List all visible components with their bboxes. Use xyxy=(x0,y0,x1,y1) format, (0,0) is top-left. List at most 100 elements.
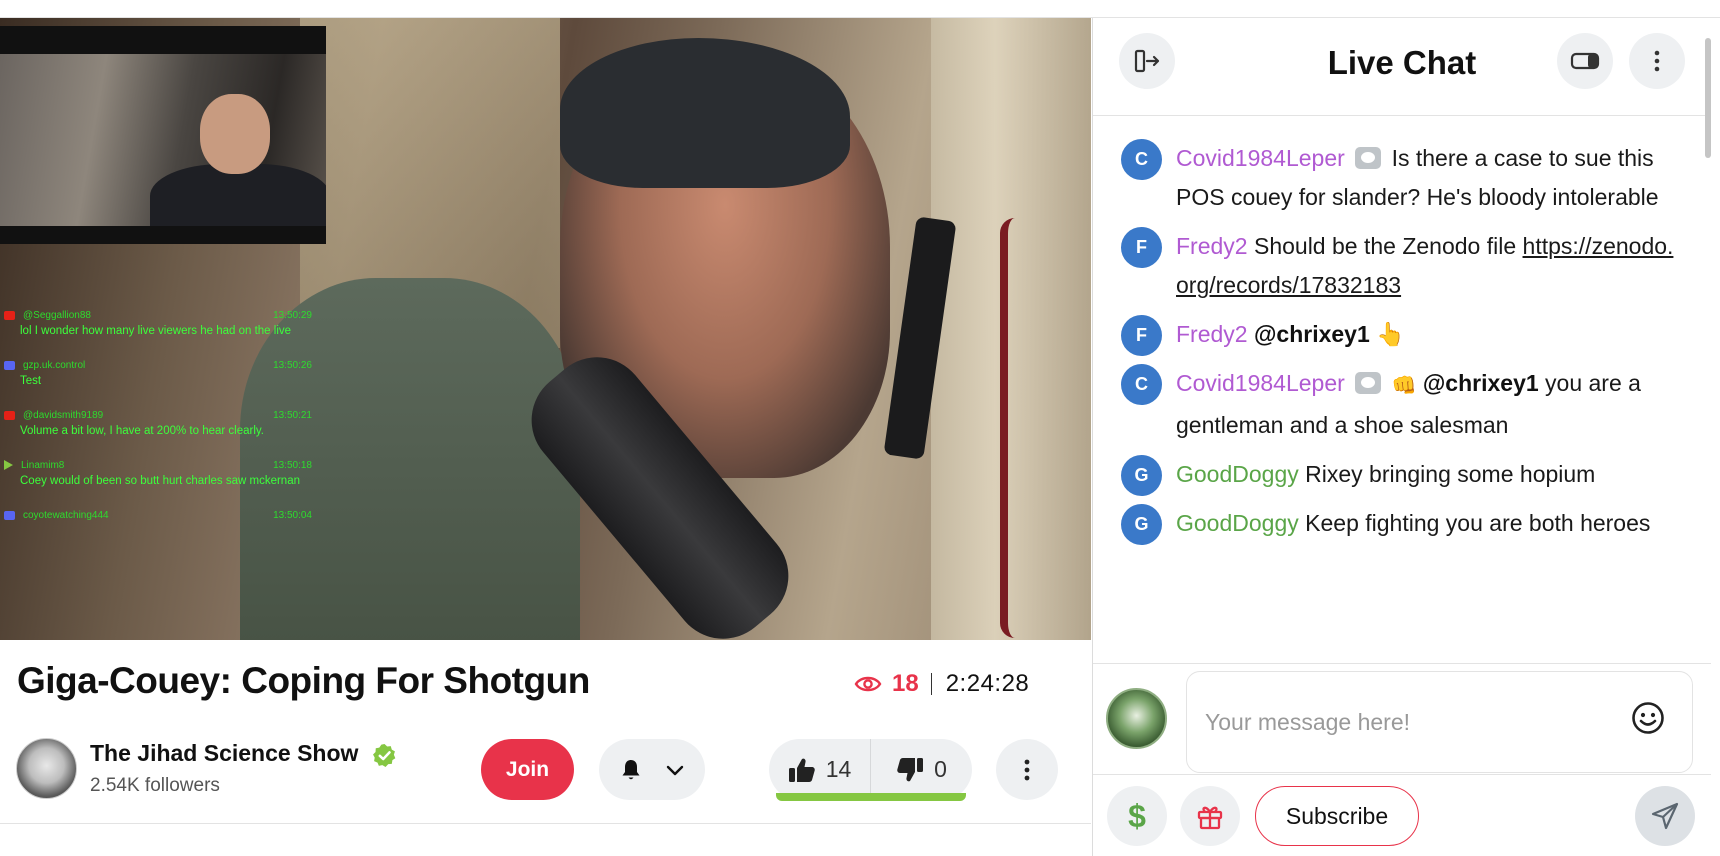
chat-username[interactable]: Fredy2 xyxy=(1176,233,1248,259)
chat-message-list: C Covid1984Leper Is there a case to sue t… xyxy=(1121,139,1681,553)
overlay-chat-user: coyotewatching444 xyxy=(23,509,109,521)
video-overlay-chat: @Seggallion88 13:50:29 lol I wonder how ma… xyxy=(0,308,318,540)
chat-message-body: GoodDoggy Keep fighting you are both her… xyxy=(1176,504,1681,543)
tip-button[interactable]: $ xyxy=(1107,786,1167,846)
chat-message-body: Covid1984Leper 👊 @chrixey1 you are a gen… xyxy=(1176,364,1681,445)
channel-avatar[interactable] xyxy=(16,738,77,799)
chat-title: Live Chat xyxy=(1327,44,1477,81)
overlay-chat-text: lol I wonder how many live viewers he ha… xyxy=(20,325,292,337)
youtube-icon xyxy=(4,410,15,420)
chat-username[interactable]: GoodDoggy xyxy=(1176,461,1299,487)
chat-message: F Fredy2 Should be the Zenodo file https:… xyxy=(1121,227,1681,305)
chat-layout-toggle[interactable] xyxy=(1557,33,1613,89)
chat-mention[interactable]: @chrixey1 xyxy=(1254,321,1370,347)
chat-header: Live Chat xyxy=(1093,18,1711,158)
send-button[interactable] xyxy=(1635,786,1695,846)
gift-button[interactable] xyxy=(1180,786,1240,846)
thumbs-down-icon xyxy=(897,757,924,781)
overlay-chat-time: 13:50:21 xyxy=(273,409,312,421)
bell-icon xyxy=(622,759,640,779)
channel-name[interactable]: The Jihad Science Show xyxy=(90,740,358,767)
chat-user-avatar[interactable]: C xyxy=(1121,364,1162,405)
verified-check-icon xyxy=(373,744,396,767)
vertical-dots-icon xyxy=(1654,50,1660,72)
video-cable xyxy=(1000,218,1030,638)
discord-icon xyxy=(4,360,15,370)
chat-message: C Covid1984Leper 👊 @chrixey1 you are a ge… xyxy=(1121,364,1681,445)
viewer-count: 18 xyxy=(892,670,919,697)
rumble-icon xyxy=(4,460,13,470)
chat-message-body: Fredy2 @chrixey1 👆 xyxy=(1176,315,1681,354)
chat-user-avatar[interactable]: G xyxy=(1121,455,1162,496)
chat-user-avatar[interactable]: F xyxy=(1121,315,1162,356)
chat-message: G GoodDoggy Keep fighting you are both he… xyxy=(1121,504,1681,545)
like-button[interactable]: 14 xyxy=(769,739,870,800)
overlay-chat-time: 13:50:04 xyxy=(273,509,312,521)
chat-message-input[interactable] xyxy=(1186,671,1693,773)
overlay-chat-text: Coey would of been so butt hurt charles … xyxy=(20,475,300,487)
notifications-button[interactable] xyxy=(599,739,705,800)
follower-count: 2.54K followers xyxy=(90,775,220,796)
chat-user-avatar[interactable]: F xyxy=(1121,227,1162,268)
video-host-cap xyxy=(560,38,850,188)
subscribe-button[interactable]: Subscribe xyxy=(1255,786,1419,846)
inset-scene xyxy=(0,54,326,226)
chat-message-text: Should be the Zenodo file xyxy=(1253,233,1517,259)
subscriber-badge-icon xyxy=(1355,372,1382,394)
overlay-chat-user: gzp.uk.control xyxy=(23,359,86,371)
join-button[interactable]: Join xyxy=(481,739,574,800)
toggle-layout-icon xyxy=(1570,52,1600,70)
more-options-button[interactable] xyxy=(996,739,1058,800)
video-player[interactable]: @Seggallion88 13:50:29 lol I wonder how ma… xyxy=(0,18,1091,640)
subscriber-badge-icon xyxy=(1355,147,1382,169)
emoji-picker-icon[interactable] xyxy=(1630,700,1666,736)
stream-title: Giga-Couey: Coping For Shotgun xyxy=(17,660,590,701)
chat-username[interactable]: Covid1984Leper xyxy=(1176,145,1345,171)
chat-user-avatar[interactable]: G xyxy=(1121,504,1162,545)
content-divider xyxy=(0,823,1091,824)
chat-message-body: Fredy2 Should be the Zenodo file https:/… xyxy=(1176,227,1681,305)
overlay-chat-message: @davidsmith9189 13:50:21 Volume a bit low,… xyxy=(0,408,318,440)
vertical-dots-icon xyxy=(1024,759,1030,780)
live-chat-panel: Live Chat C Covid1984Leper Is there a cas… xyxy=(1092,18,1711,856)
overlay-chat-time: 13:50:18 xyxy=(273,459,312,471)
overlay-chat-header: @davidsmith9189 13:50:21 xyxy=(0,408,318,422)
overlay-chat-header: @Seggallion88 13:50:29 xyxy=(0,308,318,322)
like-count: 14 xyxy=(825,756,852,782)
stream-duration: 2:24:28 xyxy=(945,670,1030,697)
video-inset-camera xyxy=(0,26,326,244)
chat-username[interactable]: GoodDoggy xyxy=(1176,510,1299,536)
chat-message-body: Covid1984Leper Is there a case to sue th… xyxy=(1176,139,1681,217)
overlay-chat-message: gzp.uk.control 13:50:26 Test xyxy=(0,358,318,390)
thumbs-up-icon xyxy=(788,758,815,782)
chat-scrollbar[interactable] xyxy=(1705,38,1711,158)
overlay-chat-message: @Seggallion88 13:50:29 lol I wonder how ma… xyxy=(0,308,318,340)
chat-username[interactable]: Fredy2 xyxy=(1176,321,1248,347)
overlay-chat-user: Linamim8 xyxy=(21,459,65,471)
chat-mention[interactable]: @chrixey1 xyxy=(1423,370,1539,396)
chat-message-text: Keep fighting you are both heroes xyxy=(1305,510,1651,536)
top-bar xyxy=(0,0,1720,18)
overlay-chat-time: 13:50:29 xyxy=(273,309,312,321)
chat-options-button[interactable] xyxy=(1629,33,1685,89)
inset-person-face xyxy=(200,94,270,174)
vote-group: 14 0 xyxy=(769,739,972,800)
chat-message: F Fredy2 @chrixey1 👆 xyxy=(1121,315,1681,356)
chat-message-body: GoodDoggy Rixey bringing some hopium xyxy=(1176,455,1681,494)
overlay-chat-message: coyotewatching444 13:50:04 xyxy=(0,508,318,522)
user-avatar[interactable] xyxy=(1106,688,1167,749)
chat-user-avatar[interactable]: C xyxy=(1121,139,1162,180)
chat-username[interactable]: Covid1984Leper xyxy=(1176,370,1345,396)
dislike-button[interactable]: 0 xyxy=(871,739,972,800)
chat-message: G GoodDoggy Rixey bringing some hopium xyxy=(1121,455,1681,496)
discord-icon xyxy=(4,510,15,520)
overlay-chat-header: coyotewatching444 13:50:04 xyxy=(0,508,318,522)
stats-divider xyxy=(930,673,932,695)
overlay-chat-time: 13:50:26 xyxy=(273,359,312,371)
overlay-chat-text: Test xyxy=(20,375,42,387)
chat-actions-divider xyxy=(1093,774,1711,775)
overlay-chat-user: @Seggallion88 xyxy=(23,309,91,321)
overlay-chat-text: Volume a bit low, I have at 200% to hear… xyxy=(20,425,264,437)
eye-icon xyxy=(854,676,882,692)
overlay-chat-user: @davidsmith9189 xyxy=(23,409,104,421)
